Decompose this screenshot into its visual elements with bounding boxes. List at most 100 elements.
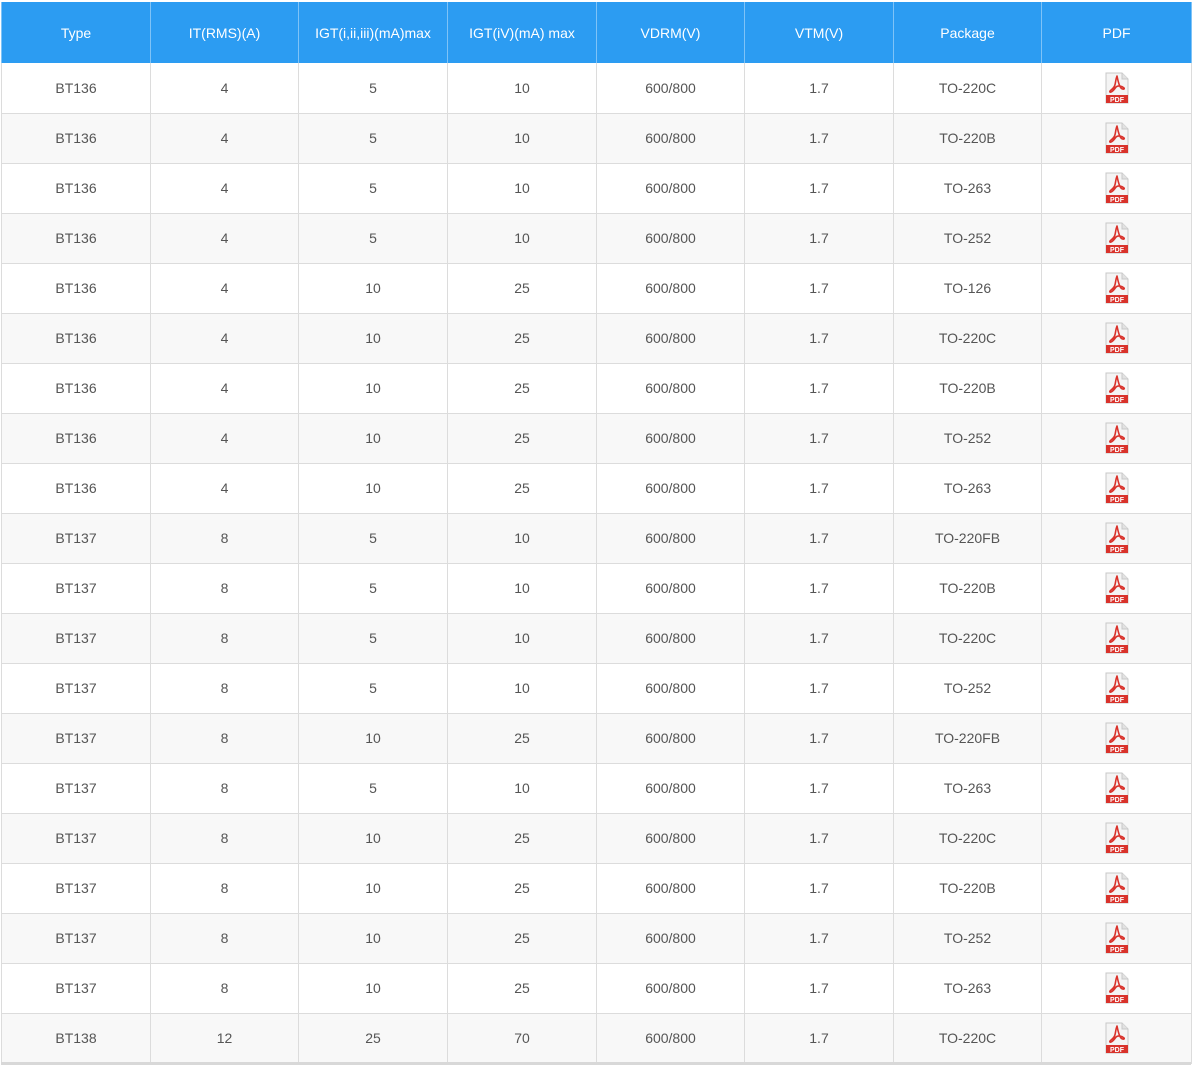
column-header-it-rms: IT(RMS)(A) bbox=[150, 2, 299, 63]
column-header-vdrm: VDRM(V) bbox=[596, 2, 745, 63]
pdf-file-icon: PDF bbox=[1105, 622, 1128, 654]
cell-igt-i-ii-iii: 5 bbox=[298, 563, 448, 614]
pdf-download-link[interactable]: PDF bbox=[1104, 122, 1130, 154]
cell-pdf: PDF bbox=[1041, 763, 1192, 814]
cell-type: BT137 bbox=[1, 663, 151, 714]
cell-package: TO-220C bbox=[893, 313, 1042, 364]
cell-pdf: PDF bbox=[1041, 63, 1192, 114]
table-row: BT136 4 5 10 600/800 1.7 TO-263 PDF bbox=[1, 163, 1192, 214]
cell-vdrm: 600/800 bbox=[596, 813, 745, 864]
table-header: Type IT(RMS)(A) IGT(i,ii,iii)(mA)max IGT(iV… bbox=[1, 2, 1192, 63]
table-row: BT137 8 10 25 600/800 1.7 TO-220B PDF bbox=[1, 863, 1192, 914]
cell-it-rms: 4 bbox=[150, 313, 299, 364]
cell-igt-iv: 10 bbox=[447, 513, 597, 564]
cell-package: TO-263 bbox=[893, 963, 1042, 1014]
cell-vtm: 1.7 bbox=[744, 363, 894, 414]
cell-it-rms: 8 bbox=[150, 863, 299, 914]
pdf-file-icon: PDF bbox=[1105, 972, 1128, 1004]
cell-package: TO-252 bbox=[893, 413, 1042, 464]
pdf-file-icon: PDF bbox=[1105, 322, 1128, 354]
cell-pdf: PDF bbox=[1041, 963, 1192, 1014]
column-header-igt-i-ii-iii: IGT(i,ii,iii)(mA)max bbox=[298, 2, 448, 63]
pdf-download-link[interactable]: PDF bbox=[1104, 322, 1130, 354]
cell-vdrm: 600/800 bbox=[596, 413, 745, 464]
pdf-icon-label: PDF bbox=[1110, 97, 1125, 104]
cell-vtm: 1.7 bbox=[744, 463, 894, 514]
cell-type: BT137 bbox=[1, 613, 151, 664]
cell-igt-iv: 10 bbox=[447, 113, 597, 164]
cell-it-rms: 4 bbox=[150, 263, 299, 314]
pdf-download-link[interactable]: PDF bbox=[1104, 822, 1130, 854]
cell-vdrm: 600/800 bbox=[596, 163, 745, 214]
cell-vdrm: 600/800 bbox=[596, 613, 745, 664]
cell-package: TO-220C bbox=[893, 613, 1042, 664]
cell-package: TO-263 bbox=[893, 763, 1042, 814]
pdf-download-link[interactable]: PDF bbox=[1104, 922, 1130, 954]
pdf-download-link[interactable]: PDF bbox=[1104, 472, 1130, 504]
cell-vtm: 1.7 bbox=[744, 813, 894, 864]
cell-igt-i-ii-iii: 5 bbox=[298, 63, 448, 114]
cell-igt-i-ii-iii: 5 bbox=[298, 213, 448, 264]
pdf-download-link[interactable]: PDF bbox=[1104, 872, 1130, 904]
cell-igt-iv: 25 bbox=[447, 263, 597, 314]
pdf-file-icon: PDF bbox=[1105, 672, 1128, 704]
pdf-download-link[interactable]: PDF bbox=[1104, 72, 1130, 104]
cell-igt-i-ii-iii: 10 bbox=[298, 813, 448, 864]
column-header-type: Type bbox=[1, 2, 151, 63]
cell-pdf: PDF bbox=[1041, 663, 1192, 714]
cell-package: TO-220B bbox=[893, 363, 1042, 414]
pdf-icon-label: PDF bbox=[1110, 797, 1125, 804]
cell-igt-i-ii-iii: 5 bbox=[298, 613, 448, 664]
cell-type: BT136 bbox=[1, 463, 151, 514]
cell-it-rms: 4 bbox=[150, 113, 299, 164]
cell-igt-i-ii-iii: 10 bbox=[298, 963, 448, 1014]
table-row: BT136 4 5 10 600/800 1.7 TO-220C PDF bbox=[1, 63, 1192, 114]
table-row: BT136 4 5 10 600/800 1.7 TO-252 PDF bbox=[1, 213, 1192, 264]
cell-igt-iv: 10 bbox=[447, 63, 597, 114]
pdf-icon-label: PDF bbox=[1110, 747, 1125, 754]
cell-package: TO-220B bbox=[893, 863, 1042, 914]
cell-package: TO-126 bbox=[893, 263, 1042, 314]
column-header-pdf: PDF bbox=[1041, 2, 1192, 63]
cell-it-rms: 4 bbox=[150, 363, 299, 414]
column-header-package: Package bbox=[893, 2, 1042, 63]
pdf-download-link[interactable]: PDF bbox=[1104, 622, 1130, 654]
cell-igt-i-ii-iii: 25 bbox=[298, 1013, 448, 1064]
pdf-download-link[interactable]: PDF bbox=[1104, 522, 1130, 554]
cell-vdrm: 600/800 bbox=[596, 963, 745, 1014]
cell-type: BT136 bbox=[1, 63, 151, 114]
pdf-download-link[interactable]: PDF bbox=[1104, 672, 1130, 704]
cell-igt-i-ii-iii: 10 bbox=[298, 363, 448, 414]
cell-igt-iv: 25 bbox=[447, 463, 597, 514]
pdf-download-link[interactable]: PDF bbox=[1104, 1022, 1130, 1054]
pdf-download-link[interactable]: PDF bbox=[1104, 222, 1130, 254]
pdf-download-link[interactable]: PDF bbox=[1104, 972, 1130, 1004]
pdf-download-link[interactable]: PDF bbox=[1104, 372, 1130, 404]
pdf-download-link[interactable]: PDF bbox=[1104, 422, 1130, 454]
cell-vtm: 1.7 bbox=[744, 213, 894, 264]
product-spec-table: Type IT(RMS)(A) IGT(i,ii,iii)(mA)max IGT(iV… bbox=[1, 2, 1192, 1064]
cell-pdf: PDF bbox=[1041, 1013, 1192, 1064]
cell-it-rms: 8 bbox=[150, 513, 299, 564]
table-row: BT137 8 10 25 600/800 1.7 TO-220C PDF bbox=[1, 813, 1192, 864]
pdf-icon-label: PDF bbox=[1110, 247, 1125, 254]
pdf-download-link[interactable]: PDF bbox=[1104, 572, 1130, 604]
pdf-file-icon: PDF bbox=[1105, 572, 1128, 604]
pdf-icon-label: PDF bbox=[1110, 347, 1125, 354]
pdf-file-icon: PDF bbox=[1105, 872, 1128, 904]
pdf-download-link[interactable]: PDF bbox=[1104, 772, 1130, 804]
cell-package: TO-220C bbox=[893, 63, 1042, 114]
pdf-file-icon: PDF bbox=[1105, 72, 1128, 104]
cell-igt-iv: 25 bbox=[447, 813, 597, 864]
cell-vdrm: 600/800 bbox=[596, 663, 745, 714]
cell-pdf: PDF bbox=[1041, 813, 1192, 864]
pdf-download-link[interactable]: PDF bbox=[1104, 172, 1130, 204]
cell-vdrm: 600/800 bbox=[596, 263, 745, 314]
pdf-download-link[interactable]: PDF bbox=[1104, 272, 1130, 304]
cell-type: BT137 bbox=[1, 763, 151, 814]
cell-pdf: PDF bbox=[1041, 313, 1192, 364]
pdf-download-link[interactable]: PDF bbox=[1104, 722, 1130, 754]
cell-igt-iv: 25 bbox=[447, 963, 597, 1014]
cell-package: TO-220C bbox=[893, 813, 1042, 864]
cell-igt-i-ii-iii: 10 bbox=[298, 713, 448, 764]
